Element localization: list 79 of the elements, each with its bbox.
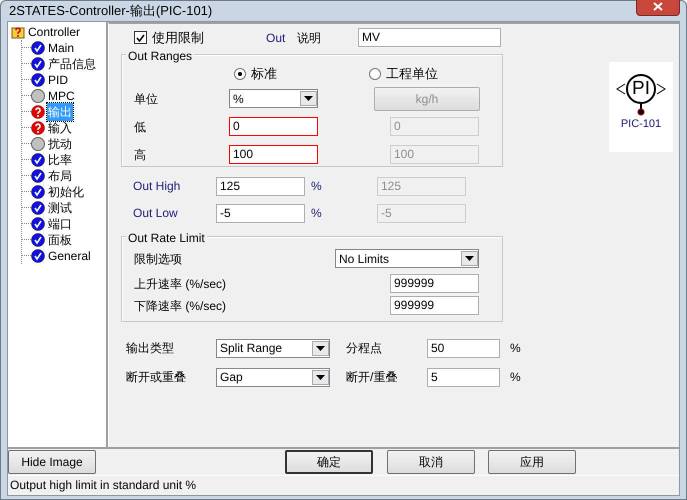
dropdown[interactable]: Gap bbox=[216, 368, 330, 386]
dropdown[interactable]: % bbox=[229, 89, 318, 108]
close-icon bbox=[653, 2, 663, 11]
check-circle-icon bbox=[31, 232, 45, 246]
dialog-button[interactable]: 确定 bbox=[285, 450, 373, 474]
tree-item[interactable]: General bbox=[47, 246, 92, 264]
status-bar: Output high limit in standard unit % bbox=[8, 474, 679, 494]
left-arrowhead-icon bbox=[616, 82, 626, 94]
check-circle-icon bbox=[31, 248, 45, 262]
field-label: 断开/重叠 bbox=[346, 369, 398, 386]
tree-item[interactable]: Main bbox=[47, 38, 76, 56]
unit-label: % bbox=[509, 340, 521, 357]
field-label: 限制选项 bbox=[134, 250, 183, 268]
check-circle-icon bbox=[31, 216, 45, 230]
field-label: 分程点 bbox=[346, 340, 383, 357]
input-field[interactable]: -5 bbox=[216, 204, 305, 222]
tree-item[interactable]: 输入 bbox=[47, 118, 73, 136]
check-circle-icon bbox=[31, 168, 45, 182]
tree-item[interactable]: 测试 bbox=[47, 198, 73, 216]
check-circle-icon bbox=[31, 56, 45, 70]
input-field[interactable]: 100 bbox=[229, 145, 318, 164]
tree-item[interactable]: 布局 bbox=[47, 166, 73, 184]
description-label: 说明 bbox=[297, 30, 322, 46]
checkbox-label[interactable]: 使用限制 bbox=[147, 28, 266, 48]
field-label: 下降速率 (%/sec) bbox=[134, 298, 228, 314]
check-circle-icon bbox=[31, 184, 45, 198]
input-field[interactable]: 125 bbox=[216, 176, 305, 196]
input-field[interactable]: 999999 bbox=[390, 296, 479, 315]
dialog-button[interactable]: 应用 bbox=[488, 450, 576, 474]
field-label: 高 bbox=[134, 146, 147, 164]
field-label: Out Low bbox=[133, 205, 179, 222]
close-button[interactable] bbox=[636, 0, 680, 16]
tree-item[interactable]: 扰动 bbox=[47, 134, 73, 152]
tree-item[interactable]: 初始化 bbox=[47, 182, 85, 200]
dialog-button[interactable]: Hide Image bbox=[8, 450, 96, 474]
input-field[interactable]: 50 bbox=[427, 338, 500, 358]
circle-icon bbox=[31, 136, 45, 150]
dropdown[interactable]: Split Range bbox=[216, 338, 330, 358]
field-label: 低 bbox=[134, 118, 147, 136]
tree-item[interactable]: MPC bbox=[47, 86, 76, 104]
tree-item[interactable]: PID bbox=[47, 70, 70, 88]
tree-item[interactable]: 比率 bbox=[47, 150, 73, 168]
unit-label: % bbox=[310, 205, 323, 222]
tree-item[interactable]: 面板 bbox=[47, 230, 73, 248]
field-label: 上升速率 (%/sec) bbox=[134, 276, 228, 292]
field-label: 断开或重叠 bbox=[126, 369, 187, 386]
dropdown[interactable]: No Limits bbox=[335, 249, 479, 268]
input-field[interactable]: 0 bbox=[229, 117, 318, 136]
unit-label: % bbox=[509, 369, 521, 386]
right-arrowhead-icon bbox=[656, 82, 666, 94]
field-label: 单位 bbox=[134, 90, 159, 108]
tree-item[interactable]: 产品信息 bbox=[47, 54, 97, 72]
check-circle-icon bbox=[31, 40, 45, 54]
field-label: 输出类型 bbox=[126, 340, 175, 357]
check-circle-icon bbox=[31, 200, 45, 214]
circle-icon bbox=[31, 88, 45, 102]
input-field[interactable]: 999999 bbox=[390, 274, 479, 293]
tree-item[interactable]: Controller bbox=[27, 22, 82, 40]
input-field[interactable]: 5 bbox=[427, 368, 500, 386]
check-circle-icon bbox=[31, 72, 45, 86]
radio-button[interactable] bbox=[369, 68, 381, 80]
question-icon bbox=[31, 104, 45, 118]
field-label: Out High bbox=[133, 178, 182, 195]
folder-question-icon bbox=[11, 24, 25, 38]
tag-label: PIC-101 bbox=[620, 116, 662, 132]
radio-label[interactable]: 工程单位 bbox=[381, 64, 461, 84]
unit-label: % bbox=[310, 178, 323, 195]
symbol-text: PI bbox=[626, 74, 656, 104]
question-icon bbox=[31, 120, 45, 134]
checkbox[interactable] bbox=[134, 31, 147, 44]
window-title: 2STATES-Controller-输出(PIC-101) bbox=[9, 2, 212, 20]
tree-item[interactable]: 端口 bbox=[47, 214, 73, 232]
connector-icon bbox=[636, 104, 646, 116]
radio-button[interactable] bbox=[234, 68, 246, 80]
description-field[interactable]: MV bbox=[358, 28, 501, 47]
dialog-button[interactable]: 取消 bbox=[387, 450, 475, 474]
check-circle-icon bbox=[31, 152, 45, 166]
radio-label[interactable]: 标准 bbox=[246, 64, 369, 84]
out-label: Out bbox=[266, 30, 286, 46]
